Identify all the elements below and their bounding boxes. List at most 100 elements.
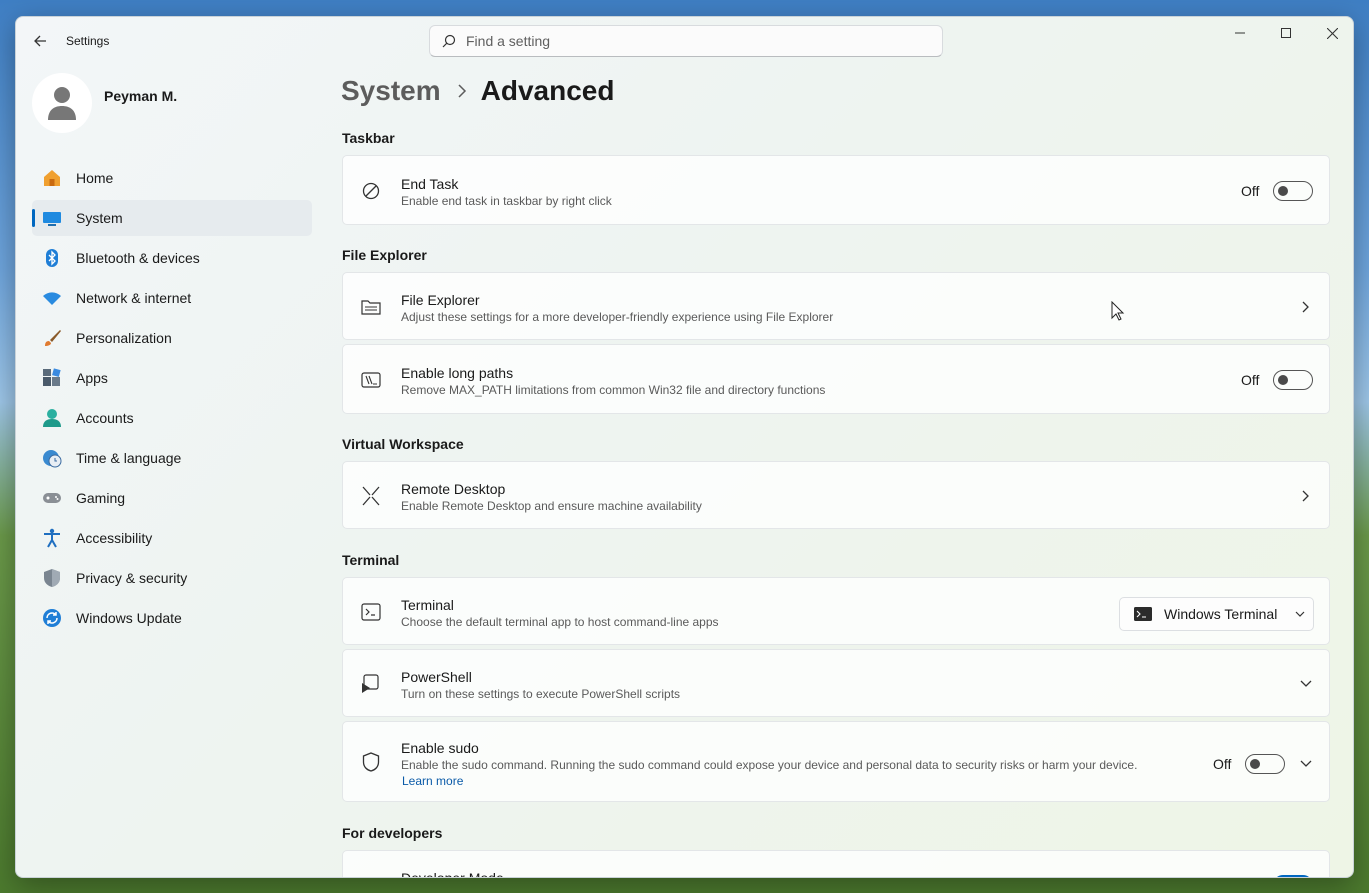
chevron-down-icon: [1295, 611, 1305, 617]
sidebar-item-label: Bluetooth & devices: [76, 250, 200, 266]
gamepad-icon: [42, 488, 62, 508]
learn-more-link[interactable]: Learn more: [402, 774, 463, 788]
enable-sudo-toggle[interactable]: [1245, 754, 1285, 774]
maximize-icon: [1281, 28, 1291, 38]
bluetooth-icon: [42, 248, 62, 268]
minimize-button[interactable]: [1217, 17, 1263, 49]
breadcrumb-parent[interactable]: System: [341, 75, 441, 107]
sidebar-item-network[interactable]: Network & internet: [32, 280, 312, 316]
sidebar-item-label: System: [76, 210, 123, 226]
setting-title: Developer Mode: [401, 870, 504, 878]
title-bar: Settings: [16, 17, 1353, 65]
setting-long-paths: Enable long paths Remove MAX_PATH limita…: [342, 344, 1330, 414]
setting-description: Enable end task in taskbar by right clic…: [401, 194, 612, 208]
setting-title: PowerShell: [401, 669, 472, 685]
close-icon: [1326, 27, 1338, 39]
search-icon: [442, 34, 456, 48]
powershell-icon: [359, 672, 383, 696]
sidebar-item-label: Personalization: [76, 330, 172, 346]
minimize-icon: [1235, 32, 1245, 34]
breadcrumb: System Advanced: [341, 75, 614, 107]
section-title-for-developers: For developers: [342, 825, 443, 841]
setting-remote-desktop[interactable]: Remote Desktop Enable Remote Desktop and…: [342, 461, 1330, 529]
apps-icon: [42, 368, 62, 388]
chevron-down-icon[interactable]: [1298, 756, 1314, 772]
sidebar-item-label: Accessibility: [76, 530, 153, 546]
sidebar-item-time-language[interactable]: Time & language: [32, 440, 312, 476]
sidebar-item-bluetooth[interactable]: Bluetooth & devices: [32, 240, 312, 276]
page-title: Advanced: [480, 75, 615, 106]
sidebar-item-apps[interactable]: Apps: [32, 360, 312, 396]
developer-tools-icon: [359, 873, 383, 877]
sidebar-item-gaming[interactable]: Gaming: [32, 480, 312, 516]
setting-title: File Explorer: [401, 292, 480, 308]
clock-globe-icon: [42, 448, 62, 468]
block-icon: [359, 179, 383, 203]
setting-description: Enable Remote Desktop and ensure machine…: [401, 499, 702, 513]
setting-title: Remote Desktop: [401, 481, 506, 497]
sidebar-item-label: Network & internet: [76, 290, 192, 306]
sidebar-item-windows-update[interactable]: Windows Update: [32, 600, 312, 636]
long-paths-toggle[interactable]: [1273, 370, 1313, 390]
setting-terminal: Terminal Choose the default terminal app…: [342, 577, 1330, 645]
sidebar-item-personalization[interactable]: Personalization: [32, 320, 312, 356]
wifi-icon: [42, 288, 62, 308]
sidebar-item-system[interactable]: System: [32, 200, 312, 236]
chevron-right-icon: [457, 84, 467, 98]
section-title-taskbar: Taskbar: [342, 130, 395, 146]
setting-description: Enable the sudo command. Running the sud…: [401, 758, 1138, 772]
toggle-state-label: Off: [1241, 183, 1260, 199]
setting-description: Turn on these settings to execute PowerS…: [401, 687, 681, 701]
setting-title: Enable long paths: [401, 365, 514, 381]
system-icon: [42, 208, 62, 228]
setting-description: Adjust these settings for a more develop…: [401, 310, 834, 324]
setting-title: Enable sudo: [401, 740, 479, 756]
windows-terminal-icon: [1134, 607, 1152, 621]
developer-mode-toggle[interactable]: [1273, 875, 1313, 877]
settings-window: Settings Peyman M. Home System: [15, 16, 1354, 878]
profile-name: Peyman M.: [104, 88, 178, 104]
search-box[interactable]: [429, 25, 943, 57]
sidebar-item-label: Privacy & security: [76, 570, 188, 586]
sidebar-item-privacy-security[interactable]: Privacy & security: [32, 560, 312, 596]
path-icon: [359, 368, 383, 392]
setting-file-explorer[interactable]: File Explorer Adjust these settings for …: [342, 272, 1330, 340]
setting-enable-sudo: Enable sudo Enable the sudo command. Run…: [342, 721, 1330, 802]
user-profile[interactable]: Peyman M.: [32, 73, 177, 133]
back-arrow-icon: [34, 35, 46, 47]
sidebar-item-label: Apps: [76, 370, 108, 386]
search-input[interactable]: [466, 33, 906, 49]
chevron-down-icon[interactable]: [1298, 676, 1314, 692]
setting-title: Terminal: [401, 597, 454, 613]
user-icon: [48, 87, 76, 120]
dropdown-selected-value: Windows Terminal: [1164, 606, 1278, 622]
terminal-app-dropdown[interactable]: Windows Terminal: [1119, 597, 1314, 631]
end-task-toggle[interactable]: [1273, 181, 1313, 201]
remote-desktop-icon: [359, 484, 383, 508]
maximize-button[interactable]: [1263, 17, 1309, 49]
setting-powershell[interactable]: PowerShell Turn on these settings to exe…: [342, 649, 1330, 717]
sidebar-item-label: Windows Update: [76, 610, 182, 626]
setting-description: Choose the default terminal app to host …: [401, 615, 719, 629]
sidebar-item-accessibility[interactable]: Accessibility: [32, 520, 312, 556]
section-title-terminal: Terminal: [342, 552, 400, 568]
brush-icon: [42, 328, 62, 348]
chevron-right-icon: [1298, 299, 1314, 315]
sidebar-item-accounts[interactable]: Accounts: [32, 400, 312, 436]
sidebar-item-label: Accounts: [76, 410, 134, 426]
avatar: [32, 73, 92, 133]
setting-end-task: End Task Enable end task in taskbar by r…: [342, 155, 1330, 225]
toggle-state-label: Off: [1241, 372, 1260, 388]
back-button[interactable]: [28, 29, 52, 53]
sidebar-item-label: Home: [76, 170, 114, 186]
folder-icon: [359, 295, 383, 319]
accounts-icon: [42, 408, 62, 428]
sidebar-item-label: Gaming: [76, 490, 126, 506]
sidebar-nav: Home System Bluetooth & devices Network …: [32, 160, 312, 640]
close-button[interactable]: [1309, 17, 1353, 49]
toggle-state-label: Off: [1213, 756, 1232, 772]
setting-developer-mode: Developer Mode: [342, 850, 1330, 878]
sidebar-item-home[interactable]: Home: [32, 160, 312, 196]
section-title-virtual-workspace: Virtual Workspace: [342, 436, 464, 452]
update-icon: [42, 608, 62, 628]
